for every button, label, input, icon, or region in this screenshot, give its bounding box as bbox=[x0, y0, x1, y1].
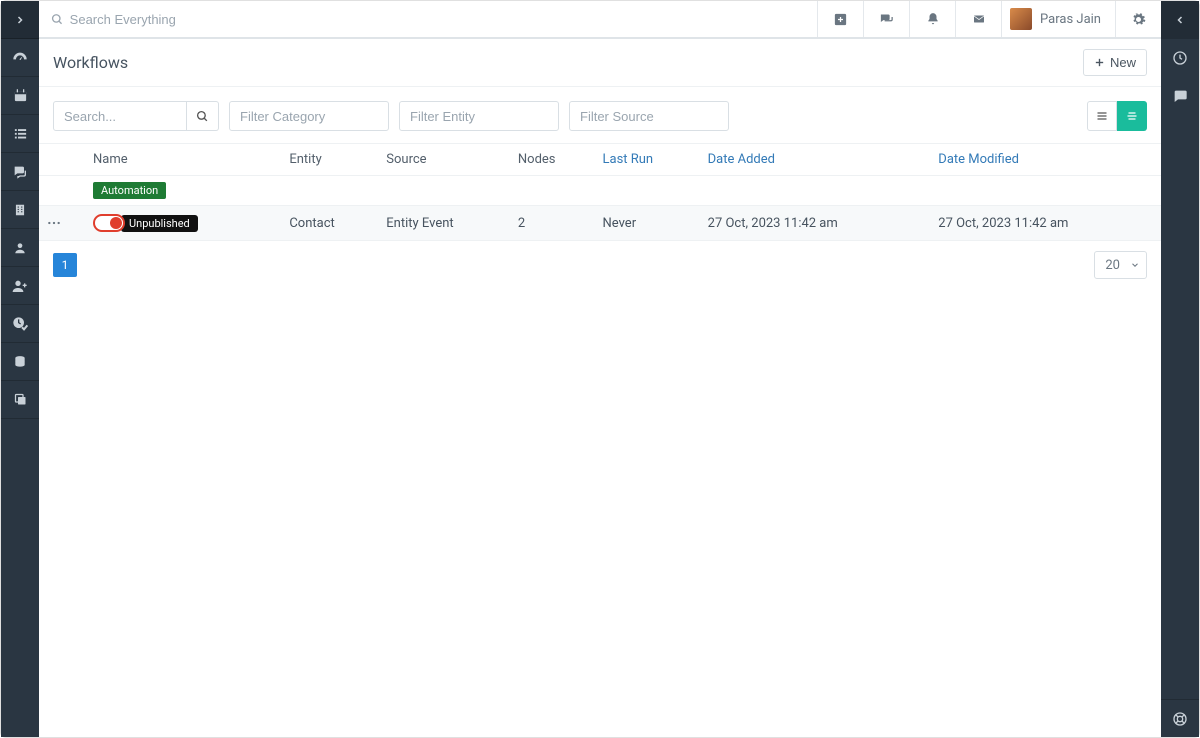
filter-source[interactable] bbox=[569, 101, 729, 131]
right-rail bbox=[1161, 1, 1199, 737]
global-search[interactable] bbox=[39, 1, 817, 37]
chevron-down-icon bbox=[1130, 260, 1140, 270]
clock-check-icon bbox=[12, 316, 28, 332]
avatar bbox=[1010, 8, 1032, 30]
page-number[interactable]: 1 bbox=[53, 253, 77, 277]
nav-copy[interactable] bbox=[1, 381, 39, 419]
collapse-right-button[interactable] bbox=[1161, 1, 1199, 39]
user-icon bbox=[13, 240, 27, 256]
col-nodes[interactable]: Nodes bbox=[510, 144, 595, 176]
cell-entity: Contact bbox=[281, 206, 378, 241]
nav-calendar[interactable] bbox=[1, 77, 39, 115]
chevron-right-icon bbox=[14, 14, 26, 26]
clock-icon bbox=[1172, 50, 1188, 66]
col-last-run[interactable]: Last Run bbox=[595, 144, 700, 176]
new-button[interactable]: New bbox=[1083, 49, 1147, 76]
per-page-select[interactable]: 20 bbox=[1094, 251, 1147, 279]
view-toggle bbox=[1087, 101, 1147, 131]
user-plus-icon bbox=[12, 278, 28, 294]
search-icon bbox=[51, 13, 64, 26]
messages-button[interactable] bbox=[863, 1, 909, 37]
nav-clock-check[interactable] bbox=[1, 305, 39, 343]
comments-icon bbox=[878, 12, 895, 27]
ellipsis-icon bbox=[47, 221, 61, 225]
view-list-compact[interactable] bbox=[1087, 101, 1117, 131]
notifications-button[interactable] bbox=[909, 1, 955, 37]
quick-add-button[interactable] bbox=[817, 1, 863, 37]
inbox-button[interactable] bbox=[955, 1, 1001, 37]
cell-nodes: 2 bbox=[510, 206, 595, 241]
page-title: Workflows bbox=[53, 53, 128, 72]
topbar: Paras Jain bbox=[39, 1, 1161, 39]
plus-icon bbox=[1094, 57, 1105, 68]
pagination: 1 20 bbox=[39, 241, 1161, 289]
calendar-icon bbox=[13, 88, 28, 103]
list-default-icon bbox=[1125, 110, 1139, 122]
user-name-label: Paras Jain bbox=[1040, 12, 1101, 27]
workflows-table: Name Entity Source Nodes Last Run Date A… bbox=[39, 139, 1161, 241]
right-recent[interactable] bbox=[1161, 39, 1199, 77]
envelope-icon bbox=[971, 13, 987, 25]
nav-building[interactable] bbox=[1, 191, 39, 229]
nav-user[interactable] bbox=[1, 229, 39, 267]
list-icon bbox=[13, 126, 28, 141]
database-icon bbox=[13, 354, 27, 370]
nav-users[interactable] bbox=[1, 267, 39, 305]
user-menu[interactable]: Paras Jain bbox=[1001, 1, 1115, 37]
comments-icon bbox=[12, 164, 28, 180]
copy-icon bbox=[13, 392, 28, 407]
new-button-label: New bbox=[1110, 55, 1136, 70]
group-tag: Automation bbox=[93, 182, 166, 199]
cell-source: Entity Event bbox=[378, 206, 510, 241]
filters-toolbar bbox=[39, 87, 1161, 139]
filter-category[interactable] bbox=[229, 101, 389, 131]
chevron-left-icon bbox=[1174, 14, 1186, 26]
main-content: Paras Jain Workflows New bbox=[39, 1, 1161, 737]
filter-entity[interactable] bbox=[399, 101, 559, 131]
list-compact-icon bbox=[1095, 110, 1109, 122]
nav-dashboard[interactable] bbox=[1, 39, 39, 77]
search-input[interactable] bbox=[53, 101, 187, 131]
gauge-icon bbox=[12, 50, 28, 66]
bell-icon bbox=[926, 11, 940, 27]
search-icon bbox=[196, 110, 209, 123]
nav-database[interactable] bbox=[1, 343, 39, 381]
col-date-modified[interactable]: Date Modified bbox=[930, 144, 1161, 176]
plus-square-icon bbox=[833, 12, 848, 27]
chat-bubble-icon bbox=[1172, 88, 1188, 104]
search-button[interactable] bbox=[187, 101, 219, 131]
cell-last-run: Never bbox=[595, 206, 700, 241]
settings-button[interactable] bbox=[1115, 1, 1161, 37]
right-chat[interactable] bbox=[1161, 77, 1199, 115]
per-page-value: 20 bbox=[1105, 258, 1120, 273]
building-icon bbox=[13, 202, 27, 218]
col-source[interactable]: Source bbox=[378, 144, 510, 176]
publish-toggle[interactable] bbox=[93, 214, 125, 232]
col-date-added[interactable]: Date Added bbox=[700, 144, 931, 176]
table-row[interactable]: Unpublished Contact Entity Event 2 Never… bbox=[39, 206, 1161, 241]
row-actions[interactable] bbox=[39, 206, 75, 241]
status-badge: Unpublished bbox=[121, 215, 198, 232]
cell-date-added: 27 Oct, 2023 11:42 am bbox=[700, 206, 931, 241]
right-help[interactable] bbox=[1161, 699, 1199, 737]
nav-chat[interactable] bbox=[1, 153, 39, 191]
life-ring-icon bbox=[1172, 711, 1188, 727]
view-list-default[interactable] bbox=[1117, 101, 1147, 131]
gear-icon bbox=[1131, 12, 1146, 27]
global-search-input[interactable] bbox=[70, 12, 805, 27]
left-nav-rail bbox=[1, 1, 39, 737]
cell-date-modified: 27 Oct, 2023 11:42 am bbox=[930, 206, 1161, 241]
page-header: Workflows New bbox=[39, 39, 1161, 87]
expand-nav-button[interactable] bbox=[1, 1, 39, 39]
col-name[interactable]: Name bbox=[75, 144, 281, 176]
col-entity[interactable]: Entity bbox=[281, 144, 378, 176]
nav-tasks[interactable] bbox=[1, 115, 39, 153]
group-row: Automation bbox=[39, 176, 1161, 206]
